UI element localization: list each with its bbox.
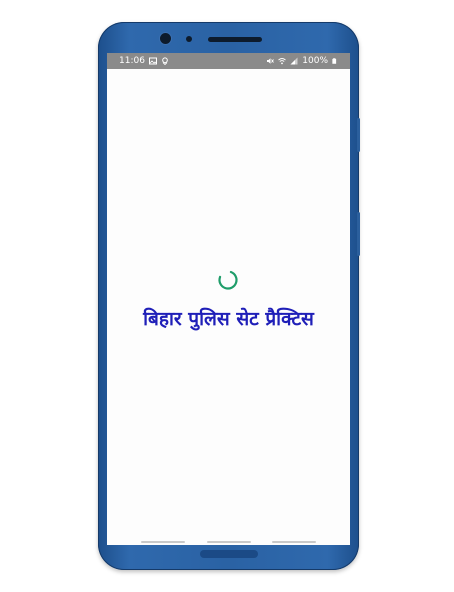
sensor-icon bbox=[186, 36, 192, 42]
nav-recents-indicator[interactable] bbox=[272, 541, 316, 543]
earpiece-speaker bbox=[208, 37, 262, 42]
image-icon bbox=[148, 57, 157, 65]
location-icon bbox=[162, 57, 168, 65]
status-bar: 11:06 100% bbox=[107, 53, 350, 69]
stage: 11:06 100% बिहार पुलिस सेट प्रैक्टिस bbox=[0, 0, 454, 592]
loading-spinner-icon bbox=[218, 270, 238, 290]
nav-home-indicator[interactable] bbox=[207, 541, 251, 543]
splash-content: बिहार पुलिस सेट प्रैक्टिस bbox=[107, 69, 350, 545]
battery-percent: 100% bbox=[302, 56, 328, 66]
phone-screen: 11:06 100% बिहार पुलिस सेट प्रैक्टिस bbox=[107, 53, 350, 545]
front-camera-icon bbox=[160, 33, 171, 44]
power-button bbox=[357, 118, 360, 152]
battery-icon bbox=[332, 58, 337, 64]
status-bar-left: 11:06 bbox=[119, 53, 169, 69]
signal-icon bbox=[290, 57, 298, 65]
status-bar-right: 100% bbox=[266, 53, 338, 69]
home-button bbox=[200, 550, 258, 558]
app-title: बिहार पुलिस सेट प्रैक्टिस bbox=[143, 308, 314, 330]
nav-bar bbox=[107, 540, 350, 545]
wifi-icon bbox=[278, 58, 287, 65]
status-time: 11:06 bbox=[119, 56, 145, 66]
mute-icon bbox=[267, 58, 275, 64]
volume-button bbox=[357, 212, 360, 256]
nav-back-indicator[interactable] bbox=[141, 541, 185, 543]
